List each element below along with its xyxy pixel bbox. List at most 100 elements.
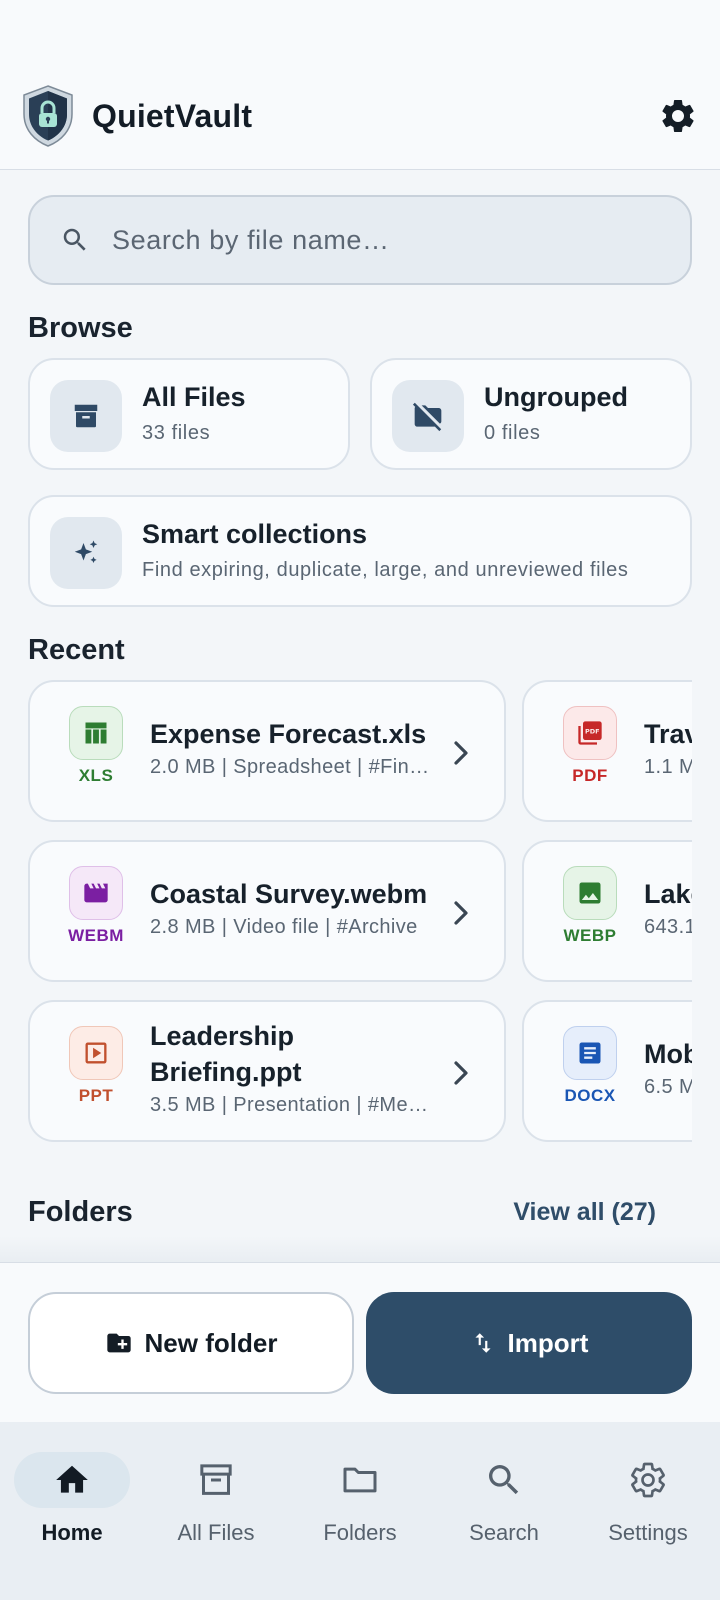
gear-outline-icon — [631, 1462, 665, 1498]
nav-label-home: Home — [41, 1520, 103, 1545]
recent-file-card[interactable]: WEBM Coastal Survey.webm 2.8 MB | Video … — [28, 840, 506, 982]
file-name: Expense Forecast.xls — [150, 719, 427, 749]
file-name: Mob — [644, 1039, 692, 1069]
ungrouped-icon-wrap — [392, 380, 464, 452]
nav-indicator — [590, 1452, 706, 1508]
nav-item-folders[interactable]: Folders — [288, 1452, 432, 1546]
folders-title: Folders — [28, 1196, 133, 1228]
nav-label-all-files: All Files — [177, 1520, 255, 1545]
recent-file-card[interactable]: WEBP Lake 643.1 KB — [522, 840, 692, 982]
file-type-badge: PDF PDF — [562, 706, 618, 786]
smart-collections-description: Find expiring, duplicate, large, and unr… — [142, 559, 629, 581]
recent-title: Recent — [28, 634, 125, 666]
all-files-count: 33 files — [142, 422, 211, 444]
new-folder-label: New folder — [144, 1327, 278, 1358]
search-icon — [489, 1465, 519, 1495]
all-files-icon-wrap — [50, 380, 122, 452]
document-icon — [579, 1042, 601, 1064]
new-folder-button[interactable]: New folder — [28, 1292, 354, 1394]
recent-file-card[interactable]: DOCX Mob 6.5 MB — [522, 1000, 692, 1142]
settings-button[interactable] — [656, 94, 700, 138]
smart-collections-label: Smart collections — [142, 519, 368, 549]
file-type-badge: PPT — [68, 1026, 124, 1106]
home-icon — [56, 1465, 88, 1493]
nav-item-home[interactable]: Home — [0, 1452, 144, 1546]
search-icon — [63, 228, 86, 251]
file-name: Coastal Survey.webm — [150, 879, 428, 909]
file-type-badge: DOCX — [562, 1026, 618, 1106]
brand: QuietVault — [20, 84, 252, 148]
nav-label-folders: Folders — [323, 1520, 397, 1545]
archive-icon — [74, 404, 98, 428]
file-name: Leadership Briefing.ppt — [150, 1018, 440, 1090]
archive-outline-icon — [200, 1464, 232, 1495]
presentation-play-icon — [85, 1042, 107, 1064]
file-meta: 2.8 MB | Video file | #Archive — [150, 916, 418, 938]
all-files-card[interactable]: All Files 33 files — [28, 358, 350, 470]
file-name-line: Leadership — [150, 1021, 295, 1051]
nav-label-settings: Settings — [608, 1520, 688, 1545]
smart-icon-wrap — [50, 517, 122, 589]
recent-file-card[interactable]: XLS Expense Forecast.xls 2.0 MB | Spread… — [28, 680, 506, 822]
nav-indicator — [158, 1452, 274, 1508]
recent-file-card[interactable]: PDF PDF Trav 1.1 MB — [522, 680, 692, 822]
file-meta: 3.5 MB | Presentation | #Meetings — [150, 1094, 432, 1116]
nav-indicator — [14, 1452, 130, 1508]
chevron-right-icon — [454, 741, 468, 765]
shield-lock-icon — [23, 85, 73, 147]
import-button[interactable]: Import — [366, 1292, 692, 1394]
ungrouped-label: Ungrouped — [484, 382, 628, 412]
file-type-label: XLS — [78, 766, 114, 785]
svg-text:PDF: PDF — [585, 728, 600, 736]
app-title: QuietVault — [92, 97, 253, 134]
file-type-badge: WEBP — [562, 866, 618, 946]
folder-off-icon — [412, 402, 442, 432]
file-meta: 6.5 MB — [644, 1076, 692, 1098]
all-files-label: All Files — [142, 382, 246, 412]
recent-carousel[interactable]: XLS Expense Forecast.xls 2.0 MB | Spread… — [28, 678, 692, 1148]
chevron-right-icon — [454, 1061, 468, 1085]
spreadsheet-icon — [85, 722, 107, 744]
file-type-label: DOCX — [564, 1086, 616, 1105]
view-all-folders-link[interactable]: View all (27) — [513, 1198, 656, 1227]
folder-add-icon — [106, 1333, 131, 1353]
nav-item-settings[interactable]: Settings — [576, 1452, 720, 1546]
search-input[interactable] — [112, 224, 672, 256]
file-type-label: WEBM — [68, 926, 124, 945]
file-type-badge: WEBM — [68, 866, 124, 946]
file-type-label: PDF — [572, 766, 608, 785]
nav-label-search: Search — [469, 1520, 539, 1545]
file-name: Lake — [644, 879, 692, 909]
browse-title: Browse — [28, 312, 133, 344]
import-label: Import — [507, 1327, 589, 1358]
file-meta: 1.1 MB — [644, 756, 692, 778]
folder-outline-icon — [343, 1467, 377, 1493]
swap-vertical-icon — [474, 1333, 491, 1353]
top-app-bar: QuietVault — [0, 0, 720, 170]
bottom-navigation: Home All Files Folders Search Settings — [0, 1422, 720, 1600]
gear-icon — [662, 99, 694, 132]
file-type-label: PPT — [78, 1086, 114, 1105]
nav-item-all-files[interactable]: All Files — [144, 1452, 288, 1546]
file-meta: 2.0 MB | Spreadsheet | #Finance — [150, 756, 432, 778]
file-type-badge: XLS — [68, 706, 124, 786]
file-name-line: Briefing.ppt — [150, 1057, 302, 1087]
smart-collections-card[interactable]: Smart collections Find expiring, duplica… — [28, 495, 692, 607]
file-name: Trav — [644, 719, 692, 749]
file-meta: 643.1 KB — [644, 916, 692, 938]
ungrouped-card[interactable]: Ungrouped 0 files — [370, 358, 692, 470]
sparkles-icon — [74, 540, 98, 563]
app-root: QuietVault Browse All Files 33 files — [0, 0, 720, 1600]
video-clapper-icon — [84, 883, 108, 903]
file-type-label: WEBP — [563, 926, 617, 945]
search-bar[interactable] — [28, 195, 692, 285]
nav-indicator — [446, 1452, 562, 1508]
nav-indicator — [302, 1452, 418, 1508]
nav-item-search[interactable]: Search — [432, 1452, 576, 1546]
chevron-right-icon — [454, 901, 468, 925]
action-bar: New folder Import — [0, 1262, 720, 1422]
ungrouped-count: 0 files — [484, 422, 541, 444]
pdf-icon: PDF — [578, 721, 602, 745]
recent-file-card[interactable]: PPT Leadership Briefing.ppt 3.5 MB | Pre… — [28, 1000, 506, 1142]
image-icon — [579, 882, 601, 904]
